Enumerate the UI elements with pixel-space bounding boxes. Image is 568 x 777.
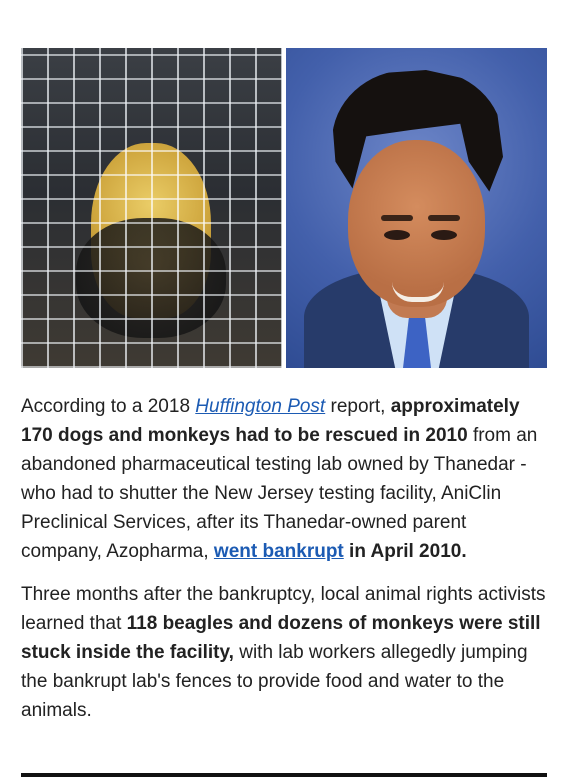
person-right-eye [431, 230, 457, 240]
paragraph-1-date: in April 2010. [343, 541, 467, 562]
paragraph-1-lead: According to a 2018 [21, 396, 196, 417]
cage-bars [21, 48, 282, 368]
bottom-divider [21, 773, 547, 777]
person-left-eye [384, 230, 410, 240]
article-body: According to a 2018 Huffington Post repo… [21, 392, 549, 725]
went-bankrupt-link[interactable]: went bankrupt [214, 541, 344, 562]
paragraph-1-report: report, [325, 396, 386, 417]
person-right-brow [428, 215, 460, 221]
huffington-post-link[interactable]: Huffington Post [195, 396, 325, 417]
article-paragraph-2: Three months after the bankruptcy, local… [21, 580, 549, 725]
person-left-brow [381, 215, 413, 221]
person-photo-icon [286, 48, 547, 368]
dog-photo-icon [21, 48, 282, 368]
article-paragraph-1: According to a 2018 Huffington Post repo… [21, 392, 549, 566]
article-image-row [21, 48, 547, 368]
